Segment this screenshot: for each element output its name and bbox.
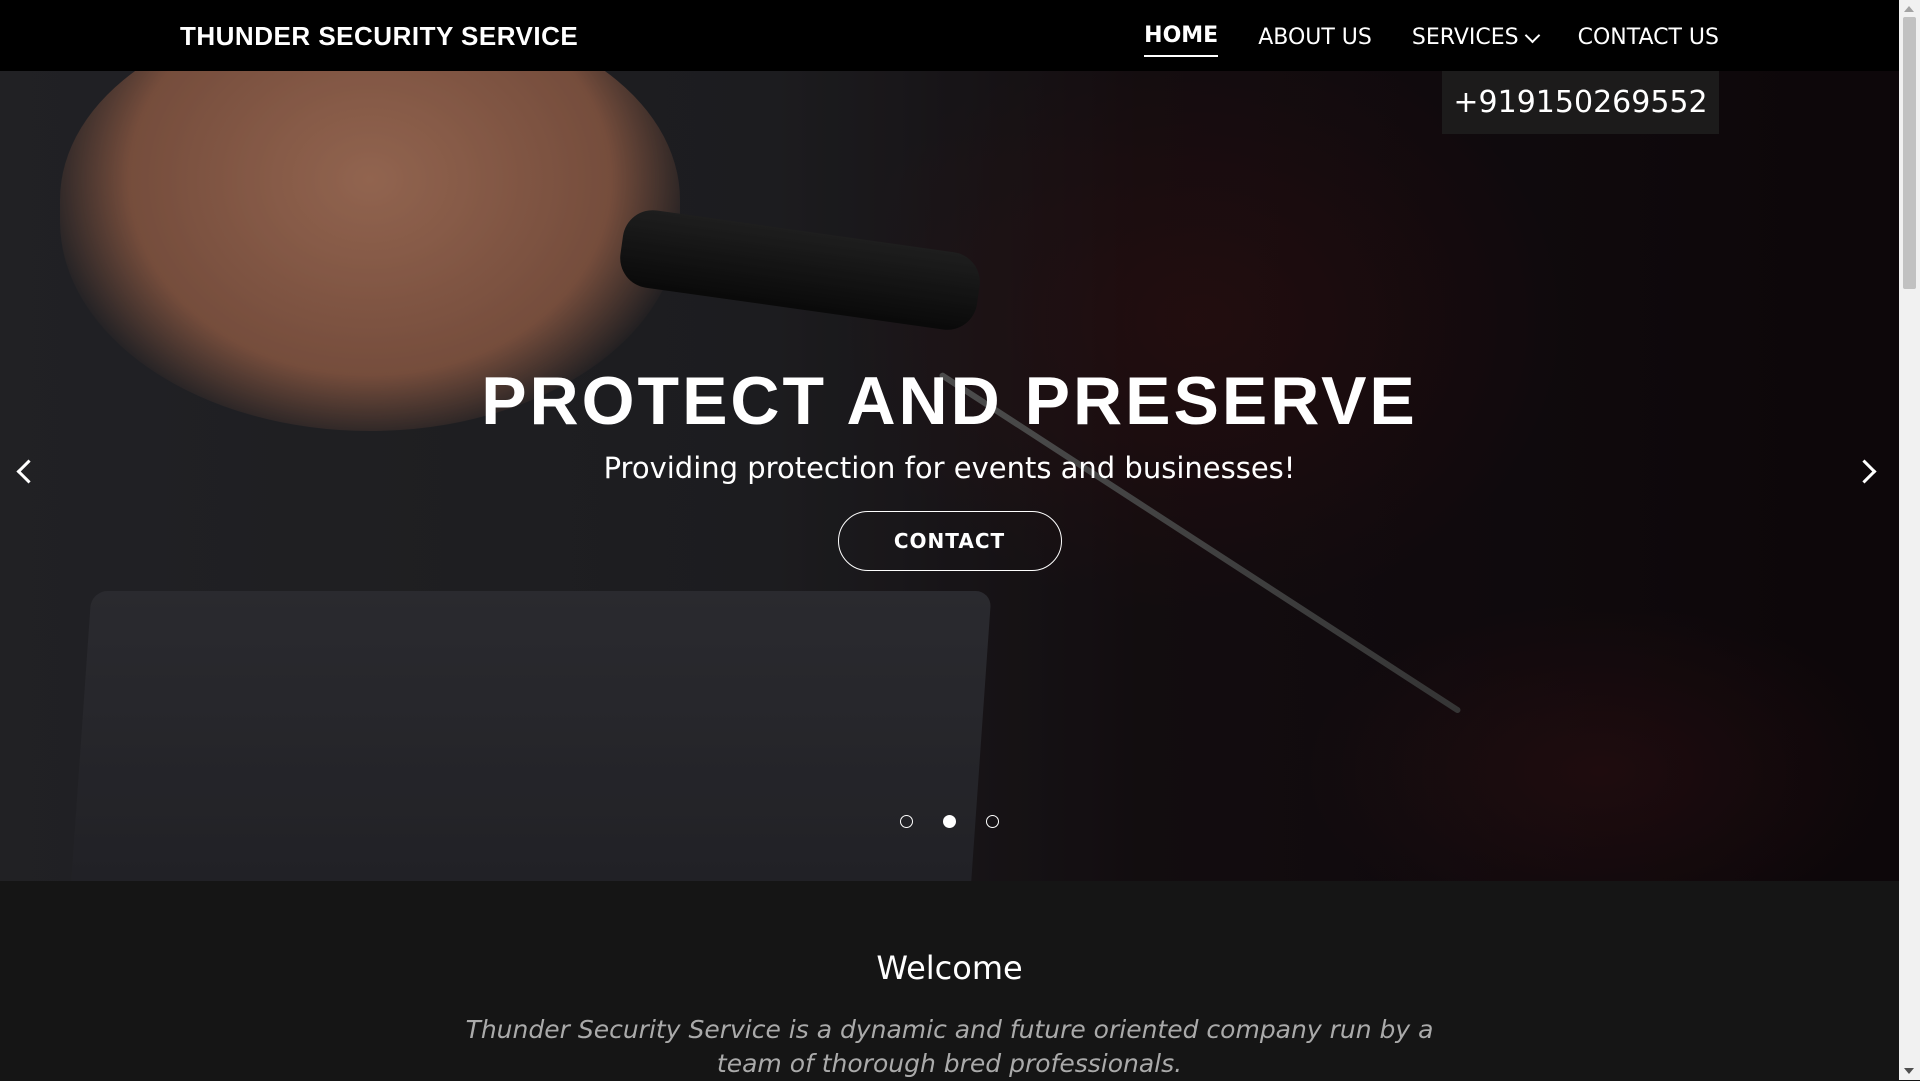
- site-header: THUNDER SECURITY SERVICE HOME ABOUT US S…: [0, 0, 1899, 71]
- page-scrollbar[interactable]: [1899, 0, 1920, 1080]
- scroll-down-icon[interactable]: [1904, 1068, 1914, 1074]
- brand-logo-text[interactable]: THUNDER SECURITY SERVICE: [180, 19, 578, 53]
- welcome-text: Thunder Security Service is a dynamic an…: [465, 1015, 1434, 1078]
- hero-carousel: +919150269552 PROTECT AND PRESERVE Provi…: [0, 71, 1899, 881]
- carousel-dot[interactable]: [986, 815, 999, 828]
- carousel-indicators: [0, 815, 1899, 828]
- scroll-thumb[interactable]: [1903, 17, 1916, 289]
- hero-subtitle: Providing protection for events and busi…: [603, 451, 1296, 485]
- hero-title: PROTECT AND PRESERVE: [481, 363, 1418, 439]
- hero-content: PROTECT AND PRESERVE Providing protectio…: [0, 361, 1899, 571]
- nav-contact-us[interactable]: CONTACT US: [1578, 19, 1719, 57]
- nav-services[interactable]: SERVICES: [1412, 19, 1540, 57]
- nav-about-us[interactable]: ABOUT US: [1258, 19, 1372, 57]
- contact-button[interactable]: CONTACT: [837, 511, 1062, 571]
- carousel-dot-active[interactable]: [943, 815, 956, 828]
- main-nav: HOME ABOUT US SERVICES CONTACT US: [1144, 19, 1719, 57]
- phone-number-link[interactable]: +919150269552: [1442, 71, 1719, 134]
- scroll-up-icon[interactable]: [1904, 6, 1914, 12]
- welcome-heading: Welcome: [876, 949, 1023, 987]
- nav-home[interactable]: HOME: [1144, 19, 1219, 57]
- chevron-down-icon: [1524, 27, 1540, 43]
- welcome-section: Welcome Thunder Security Service is a dy…: [0, 881, 1899, 1080]
- carousel-dot[interactable]: [900, 815, 913, 828]
